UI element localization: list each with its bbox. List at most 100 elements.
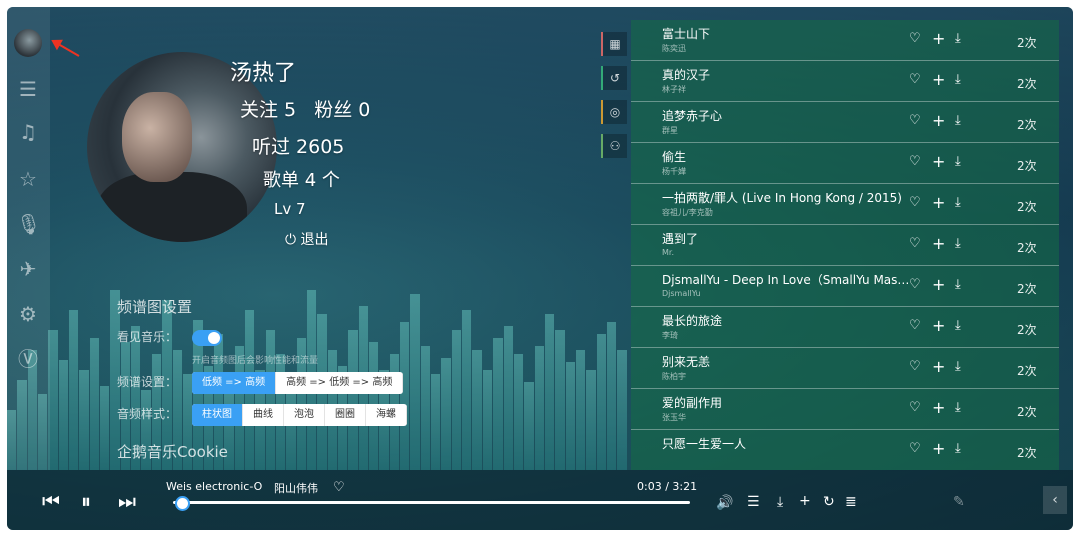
add-icon[interactable]: + [932, 316, 945, 335]
download-icon[interactable]: ⤓ [955, 72, 961, 87]
pause-icon[interactable]: ⏸ [81, 489, 91, 513]
like-icon[interactable]: ♡ [333, 480, 345, 495]
play-count: 2次 [1017, 446, 1037, 460]
follow-fans-stats: 关注 5 粉丝 0 [240, 99, 371, 121]
download-icon[interactable]: ⤓ [955, 400, 961, 415]
lyrics-icon[interactable]: ✎ [953, 494, 965, 510]
prev-track-icon[interactable]: ⏮ [42, 489, 60, 513]
playlist-row[interactable]: DjsmallYu - Deep In Love（SmallYu Mashup）… [631, 266, 1059, 307]
style-option[interactable]: 海螺 [366, 404, 407, 426]
download-icon[interactable]: ⤓ [955, 441, 961, 456]
download-icon[interactable]: ⤓ [955, 154, 961, 169]
download-icon[interactable]: ⤓ [777, 494, 783, 510]
song-title: 偷生 [662, 150, 687, 164]
heart-icon[interactable]: ♡ [909, 154, 921, 169]
download-icon[interactable]: ⤓ [955, 359, 961, 374]
playlist-count: 歌单 4 个 [263, 170, 340, 191]
history-icon[interactable]: ↺ [601, 66, 627, 90]
see-music-label: 看见音乐： [117, 330, 178, 344]
download-icon[interactable]: ⤓ [955, 277, 961, 292]
play-count: 2次 [1017, 364, 1037, 378]
collapse-chevron-icon[interactable]: ‹ [1043, 486, 1067, 514]
left-sidebar: ☰ ♫ ☆ 🎙 ✈ ⚙ Ⓥ [7, 7, 50, 470]
download-icon[interactable]: ⤓ [955, 195, 961, 210]
style-option[interactable]: 泡泡 [284, 404, 325, 426]
play-count: 2次 [1017, 159, 1037, 173]
playlist-row[interactable]: 一拍两散/罪人 (Live In Hong Kong / 2015) 容祖儿/李克… [631, 184, 1059, 225]
download-icon[interactable]: ⤓ [955, 113, 961, 128]
queue-list-icon[interactable]: ≣ [845, 494, 857, 510]
song-artist: 李琦 [662, 331, 678, 340]
style-option[interactable]: 曲线 [243, 404, 284, 426]
logout-button[interactable]: ⏻ 退出 [285, 229, 329, 249]
user-level: Lv 7 [274, 200, 306, 218]
song-title: 别来无恙 [662, 355, 711, 369]
time-display: 0:03 / 3:21 [637, 480, 698, 493]
download-icon[interactable]: ⤓ [955, 31, 961, 46]
playlist-row[interactable]: 偷生 杨千嬅 ♡ + ⤓ 2次 [631, 143, 1059, 184]
loop-icon[interactable]: ↻ [823, 494, 835, 510]
playlist-row[interactable]: 只愿一生爱一人 ♡ + ⤓ 2次 [631, 430, 1059, 470]
playlist-row[interactable]: 真的汉子 林子祥 ♡ + ⤓ 2次 [631, 61, 1059, 102]
calendar-icon[interactable]: ▦ [601, 32, 627, 56]
user-avatar[interactable] [14, 29, 42, 57]
add-icon[interactable]: + [932, 29, 945, 48]
add-icon[interactable]: + [932, 275, 945, 294]
playlist-row[interactable]: 爱的副作用 张玉华 ♡ + ⤓ 2次 [631, 389, 1059, 430]
v-logo-icon[interactable]: Ⓥ [16, 347, 40, 371]
see-music-toggle[interactable] [192, 330, 222, 346]
playlist-row[interactable]: 最长的旅途 李琦 ♡ + ⤓ 2次 [631, 307, 1059, 348]
style-option[interactable]: 柱状图 [192, 404, 243, 426]
song-artist: 陈奕迅 [662, 44, 686, 53]
playlist-row[interactable]: 追梦赤子心 群星 ♡ + ⤓ 2次 [631, 102, 1059, 143]
song-artist: 阳山伟伟 [274, 482, 318, 495]
freq-option[interactable]: 低频 => 高频 [192, 372, 277, 394]
song-title: Weis electronic-O [166, 480, 263, 493]
add-icon[interactable]: + [932, 398, 945, 417]
style-option[interactable]: 圈圈 [325, 404, 366, 426]
add-icon[interactable]: + [932, 70, 945, 89]
mic-icon[interactable]: 🎙 [16, 212, 41, 236]
play-count: 2次 [1017, 118, 1037, 132]
playlist-row[interactable]: 富士山下 陈奕迅 ♡ + ⤓ 2次 [631, 20, 1059, 61]
playlist-row[interactable]: 别来无恙 陈柏宇 ♡ + ⤓ 2次 [631, 348, 1059, 389]
heart-icon[interactable]: ♡ [909, 236, 921, 251]
heart-icon[interactable]: ♡ [909, 277, 921, 292]
play-count: 2次 [1017, 200, 1037, 214]
user-icon[interactable]: ⚇ [601, 134, 627, 158]
add-icon[interactable]: + [932, 357, 945, 376]
side-tab-strip: ▦ ↺ ◎ ⚇ [601, 32, 627, 168]
radar-icon[interactable]: ◎ [601, 100, 627, 124]
gear-icon[interactable]: ⚙ [16, 302, 40, 326]
heart-icon[interactable]: ♡ [909, 400, 921, 415]
add-icon[interactable]: + [932, 439, 945, 458]
playlist-icon[interactable]: ♫ [16, 120, 40, 144]
star-icon[interactable]: ☆ [16, 167, 40, 191]
heart-icon[interactable]: ♡ [909, 318, 921, 333]
volume-icon[interactable]: 🔊 [716, 495, 733, 511]
heart-icon[interactable]: ♡ [909, 113, 921, 128]
add-icon[interactable]: + [932, 193, 945, 212]
add-icon[interactable]: + [799, 493, 811, 509]
plane-icon[interactable]: ✈ [16, 257, 40, 281]
song-title: 遇到了 [662, 232, 699, 246]
heart-icon[interactable]: ♡ [909, 72, 921, 87]
playlist-row[interactable]: 遇到了 Mr. ♡ + ⤓ 2次 [631, 225, 1059, 266]
download-icon[interactable]: ⤓ [955, 318, 961, 333]
add-icon[interactable]: + [932, 111, 945, 130]
download-icon[interactable]: ⤓ [955, 236, 961, 251]
spectrum-settings-title: 频谱图设置 [117, 298, 193, 316]
add-icon[interactable]: + [932, 152, 945, 171]
heart-icon[interactable]: ♡ [909, 441, 921, 456]
add-icon[interactable]: + [932, 234, 945, 253]
freq-option[interactable]: 高频 => 低频 => 高频 [276, 372, 404, 394]
next-track-icon[interactable]: ⏭ [118, 489, 136, 513]
menu-icon[interactable]: ☰ [747, 494, 760, 510]
progress-track[interactable] [173, 501, 690, 504]
heart-icon[interactable]: ♡ [909, 31, 921, 46]
search-list-icon[interactable]: ☰ [16, 77, 40, 101]
heart-icon[interactable]: ♡ [909, 195, 921, 210]
progress-handle[interactable] [174, 496, 190, 511]
song-title: 富士山下 [662, 27, 711, 41]
heart-icon[interactable]: ♡ [909, 359, 921, 374]
